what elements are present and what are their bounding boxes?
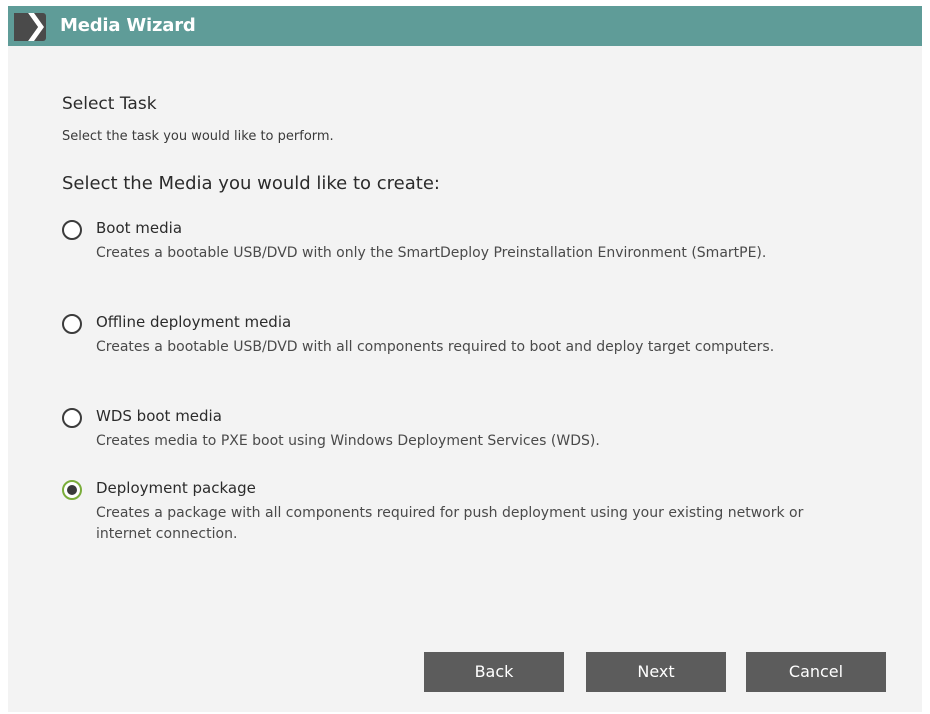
radio-boot-media[interactable] [62, 220, 82, 240]
option-label[interactable]: Deployment package [96, 479, 256, 497]
window-title: Media Wizard [60, 15, 196, 36]
step-heading: Select Task [62, 94, 157, 114]
radio-wds-boot-media[interactable] [62, 408, 82, 428]
radio-offline-deployment-media[interactable] [62, 314, 82, 334]
option-label[interactable]: Offline deployment media [96, 313, 291, 331]
option-label[interactable]: Boot media [96, 219, 182, 237]
chevron-right-logo-icon [14, 13, 46, 41]
cancel-button[interactable]: Cancel [746, 652, 886, 692]
option-description: Creates a bootable USB/DVD with only the… [96, 245, 767, 261]
option-description: Creates media to PXE boot using Windows … [96, 433, 600, 449]
option-description: Creates a bootable USB/DVD with all comp… [96, 339, 775, 355]
radio-deployment-package[interactable] [62, 480, 82, 500]
media-wizard-window: Media Wizard Select Task Select the task… [8, 6, 922, 712]
back-button[interactable]: Back [424, 652, 564, 692]
option-label[interactable]: WDS boot media [96, 407, 222, 425]
option-description: Creates a package with all components re… [96, 505, 804, 542]
media-prompt: Select the Media you would like to creat… [62, 173, 440, 194]
step-subheading: Select the task you would like to perfor… [62, 129, 334, 144]
title-bar: Media Wizard [8, 6, 922, 46]
next-button[interactable]: Next [586, 652, 726, 692]
